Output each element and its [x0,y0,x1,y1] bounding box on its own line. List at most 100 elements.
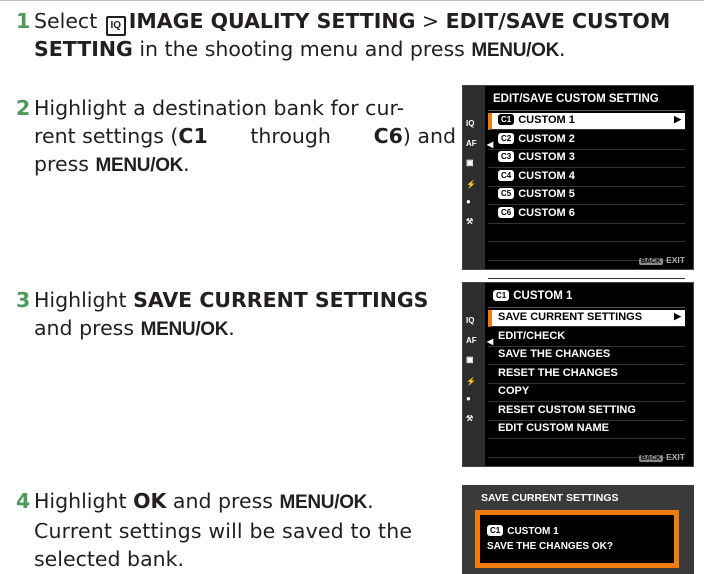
custom-setting-menu-item[interactable]: EDIT/CHECK [488,329,685,347]
step-text-line: rent settings (C1 through C6) and [34,122,456,150]
step-text-part: press [34,152,96,176]
movie-tab-icon: ● [466,197,471,206]
screen-title: C1 CUSTOM 1 [493,290,572,302]
custom-bank-label: C1 CUSTOM 1 [498,114,575,126]
step-number: 2 [16,96,31,120]
footer-label: EXIT [666,452,685,462]
bank-chip: C1 [487,525,504,536]
step-text: Select IQ IMAGE QUALITY SETTING > EDIT/SA… [34,7,696,65]
empty-row [488,224,685,242]
image-quality-tab-icon: IQ [466,316,475,325]
bank-name: CUSTOM 1 [518,114,575,126]
step-text: Highlight SAVE CURRENT SETTINGS and pres… [34,286,464,344]
custom-bank-item[interactable]: C5 CUSTOM 5 [488,187,685,205]
step-number: 3 [16,288,31,312]
wrench-tab-icon: ⚒ [466,217,474,226]
menu-name: IMAGE QUALITY SETTING [128,9,416,33]
menu-item-label: EDIT/CHECK [498,329,566,342]
step-text-part: and press [166,489,280,513]
screen-title-label: CUSTOM 1 [513,290,573,302]
custom-setting-menu-item[interactable]: RESET THE CHANGES [488,366,685,384]
dialog-title: SAVE CURRENT SETTINGS [481,492,619,504]
custom-setting-menu-item[interactable]: SAVE THE CHANGES [488,347,685,365]
custom-setting-menu-item[interactable]: SAVE CURRENT SETTINGS ▶ [488,310,685,327]
movie-tab-icon: ● [466,394,471,403]
menu-item-label: RESET CUSTOM SETTING [498,403,636,416]
camera-screen-custom-bank-list: IQ AF ▣ ⚡ ● ⚒ ◀ EDIT/SAVE CUSTOM SETTING… [462,85,694,279]
step-text-line: Highlight a destination bank for cur- [34,96,404,120]
camera-screen-custom-1-menu: IQ AF ▣ ⚡ ● ⚒ ◀ C1 CUSTOM 1 SAVE CURRENT … [462,282,694,467]
bank-chip: C3 [498,151,515,162]
bank-chip: C1 [498,114,515,125]
step-text-line: Highlight SAVE CURRENT SETTINGS [34,286,464,314]
menu-item-name: SAVE CURRENT SETTINGS [133,288,429,312]
step-text-line: and press MENU/OK. [34,314,464,344]
camera-screen-save-confirm: SAVE CURRENT SETTINGS C1 CUSTOM 1 SAVE TH… [462,485,694,574]
bank-chip: C5 [498,188,515,199]
bank-chip: C6 [498,206,515,218]
step-text: Highlight a destination bank for cur- re… [34,94,456,180]
bank-name: CUSTOM 6 [518,206,575,219]
custom-bank-item[interactable]: C4 CUSTOM 4 [488,169,685,187]
ok-label: OK [133,489,167,513]
key-name: MENU/OK [140,319,229,340]
key-name: MENU/OK [95,155,184,176]
bank-c6: C6 [373,124,403,148]
step-number: 4 [16,489,31,513]
dialog-line-2: SAVE THE CHANGES OK? [487,541,613,552]
top-rule [0,0,704,1]
bank-c1: C1 [178,124,208,148]
step-text-part: Highlight [34,489,134,513]
image-quality-icon: IQ [105,16,126,36]
bank-chip: C4 [498,169,515,181]
custom-setting-menu-item[interactable]: COPY [488,384,685,402]
step-text-part: . [367,489,374,513]
submenu-arrow-icon: ▶ [674,114,681,124]
step-text-part: . [183,152,190,176]
back-key-icon: BACK [638,258,664,265]
custom-bank-label: C6 CUSTOM 6 [498,206,575,219]
af-mf-tab-icon: AF [466,336,477,345]
bank-name: CUSTOM 2 [518,132,575,145]
screen-title: EDIT/SAVE CUSTOM SETTING [493,93,659,105]
custom-bank-label: C5 CUSTOM 5 [498,188,575,200]
bank-name: CUSTOM 3 [518,151,575,163]
dialog-bank-label: CUSTOM 1 [507,526,559,537]
menu-item-label: RESET THE CHANGES [498,366,618,379]
camera-tab-icon: ▣ [466,158,474,167]
custom-bank-item[interactable]: C2 CUSTOM 2 [488,132,685,150]
step-text-part: . [228,316,235,340]
custom-setting-menu-item[interactable]: EDIT CUSTOM NAME [488,421,685,439]
title-divider [488,307,685,308]
dialog-line-1: C1 CUSTOM 1 [487,525,559,537]
custom-bank-label: C2 CUSTOM 2 [498,132,575,145]
key-name: MENU/OK [279,492,368,513]
menu-tab-column: IQ AF ▣ ⚡ ● ⚒ [463,86,485,269]
custom-bank-label: C4 CUSTOM 4 [498,169,575,182]
menu-item-label: SAVE THE CHANGES [498,348,611,360]
step-text-part: in the shooting menu and press [132,37,472,61]
custom-bank-item[interactable]: C1 CUSTOM 1 ▶ [488,113,685,130]
step-text: Highlight OK and press MENU/OK. Current … [34,487,456,573]
step-number: 1 [16,9,31,33]
path-separator: > [415,9,446,33]
step-text-part: and press [34,316,141,340]
image-quality-tab-icon: IQ [466,119,475,128]
custom-setting-menu-item[interactable]: RESET CUSTOM SETTING [488,403,685,421]
back-key-icon: BACK [638,455,664,462]
bank-chip: C2 [498,132,515,144]
bank-name: CUSTOM 4 [518,169,575,182]
step-text-line: press MENU/OK. [34,150,456,180]
key-name: MENU/OK [471,40,559,61]
step-text-part: rent settings ( [34,124,179,148]
bank-chip: C1 [493,290,510,301]
menu-tab-column: IQ AF ▣ ⚡ ● ⚒ [463,283,485,466]
dialog-box: C1 CUSTOM 1 SAVE THE CHANGES OK? [475,510,679,568]
flash-tab-icon: ⚡ [466,180,476,189]
af-mf-tab-icon: AF [466,139,477,148]
screen-footer: BACK EXIT [638,255,685,265]
custom-bank-item[interactable]: C6 CUSTOM 6 [488,206,685,224]
step-text-part: ) and [402,124,456,148]
step-text-part: Select [34,9,104,33]
custom-bank-item[interactable]: C3 CUSTOM 3 [488,150,685,168]
